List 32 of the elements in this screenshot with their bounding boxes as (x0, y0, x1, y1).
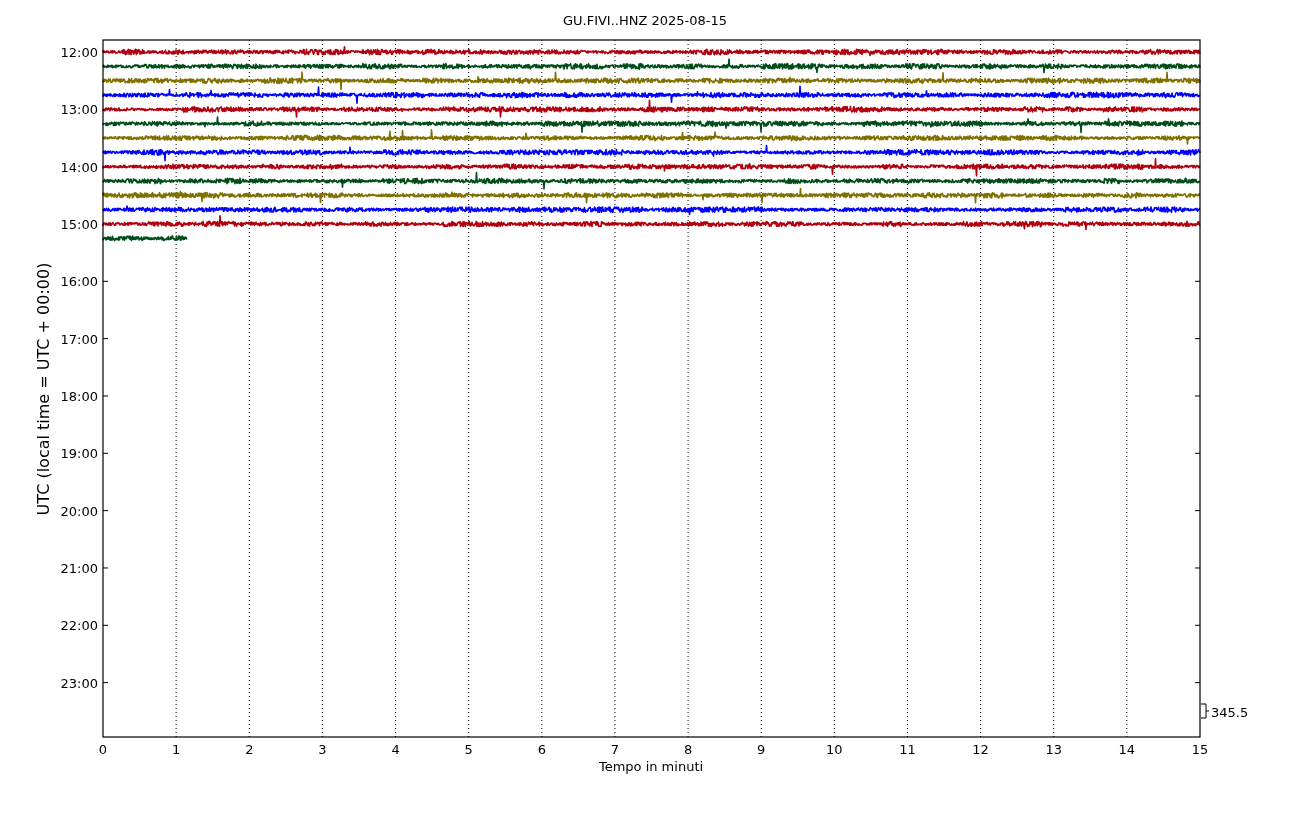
y-tick-label: 19:00 (60, 446, 98, 462)
x-tick-label: 11 (899, 742, 916, 757)
y-tick-label: 16:00 (60, 274, 98, 290)
y-tick-label: 22:00 (60, 618, 98, 634)
x-tick-label: 1 (172, 742, 181, 757)
y-tick-label: 12:00 (60, 45, 98, 60)
scale-label: 345.5 (1211, 705, 1249, 720)
x-tick-label: 2 (245, 742, 254, 757)
x-tick-label: 7 (610, 742, 620, 757)
x-tick-label: 6 (537, 742, 546, 757)
y-axis-label: UTC (local time = UTC + 00:00) (34, 262, 53, 516)
x-tick-label: 12 (972, 742, 989, 757)
plot-title: GU.FIVI..HNZ 2025-08-15 (562, 13, 728, 28)
x-tick-label: 9 (757, 742, 766, 757)
x-axis-label: Tempo in minuti (598, 759, 704, 774)
x-tick-label: 13 (1045, 742, 1062, 757)
x-tick-label: 0 (98, 742, 108, 757)
x-tick-label: 10 (826, 742, 843, 757)
x-tick-label: 4 (391, 742, 400, 757)
x-tick-label: 8 (683, 742, 693, 757)
y-tick-label: 18:00 (60, 389, 98, 404)
y-tick-label: 14:00 (60, 159, 98, 175)
y-tick-label: 13:00 (60, 102, 98, 118)
y-tick-label: 17:00 (60, 331, 98, 347)
x-tick-label: 5 (464, 742, 473, 757)
y-tick-label: 21:00 (60, 560, 98, 576)
x-tick-label: 15 (1191, 742, 1209, 757)
y-tick-label: 15:00 (60, 217, 98, 232)
y-tick-label: 23:00 (60, 675, 98, 691)
x-tick-label: 14 (1118, 742, 1136, 757)
x-tick-label: 3 (318, 742, 327, 757)
y-tick-label: 20:00 (60, 503, 98, 519)
